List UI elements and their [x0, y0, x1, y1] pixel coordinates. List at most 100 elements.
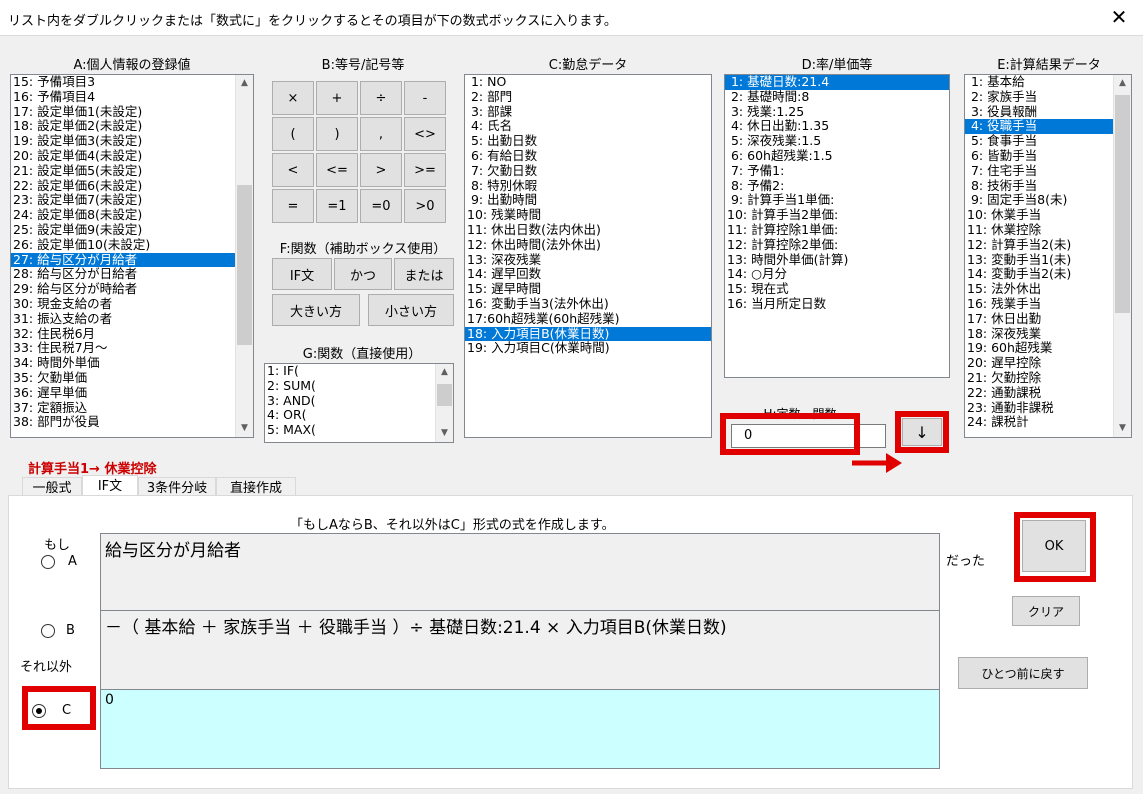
- panel-d-list-item[interactable]: 13: 時間外単価(計算): [725, 252, 949, 268]
- panel-a-scrollbar[interactable]: ▲ ▼: [235, 75, 253, 437]
- panel-e-list-item[interactable]: 16: 残業手当: [965, 296, 1131, 312]
- undo-button[interactable]: ひとつ前に戻す: [958, 657, 1088, 689]
- scroll-down-icon[interactable]: ▼: [1114, 420, 1131, 437]
- symbol-button[interactable]: <>: [404, 117, 446, 151]
- panel-g-list-item[interactable]: 5: MAX(: [265, 422, 453, 438]
- panel-e-list-item[interactable]: 19: 60h超残業: [965, 341, 1131, 356]
- panel-d-list-item[interactable]: 8: 予備2:: [725, 178, 949, 194]
- panel-e-list[interactable]: 1: 基本給 2: 家族手当 3: 役員報酬 4: 役職手当 5: 食事手当 6…: [964, 74, 1132, 438]
- panel-c-list[interactable]: 1: NO 2: 部門 3: 部課 4: 氏名 5: 出勤日数 6: 有給日数 …: [464, 74, 712, 438]
- radio-a[interactable]: [41, 555, 55, 569]
- symbol-button[interactable]: =: [272, 189, 314, 223]
- panel-a-list-item[interactable]: 24: 設定単価8(未設定): [11, 207, 253, 223]
- panel-a-list-item[interactable]: 27: 給与区分が月給者: [11, 252, 253, 268]
- panel-e-list-item[interactable]: 11: 休業控除: [965, 222, 1131, 238]
- panel-c-list-item[interactable]: 2: 部門: [465, 89, 711, 105]
- panel-e-list-item[interactable]: 8: 技術手当: [965, 178, 1131, 194]
- formula-b-field[interactable]: －（ 基本給 ＋ 家族手当 ＋ 役職手当 ）÷ 基礎日数:21.4 × 入力項目…: [100, 610, 940, 690]
- panel-g-list-item[interactable]: 4: OR(: [265, 408, 453, 423]
- symbol-button[interactable]: <: [272, 153, 314, 187]
- panel-c-list-item[interactable]: 5: 出勤日数: [465, 133, 711, 149]
- panel-g-list-item[interactable]: 2: SUM(: [265, 378, 453, 394]
- panel-c-list-item[interactable]: 1: NO: [465, 75, 711, 90]
- panel-a-list[interactable]: 15: 予備項目3 16: 予備項目4 17: 設定単価1(未設定) 18: 設定単価…: [10, 74, 254, 438]
- scroll-up-icon[interactable]: ▲: [1114, 75, 1131, 92]
- panel-c-list-item[interactable]: 8: 特別休暇: [465, 178, 711, 194]
- panel-d-list-item[interactable]: 16: 当月所定日数: [725, 296, 949, 312]
- panel-d-list-item[interactable]: 7: 予備1:: [725, 163, 949, 179]
- scroll-down-icon[interactable]: ▼: [436, 425, 453, 442]
- panel-e-list-item[interactable]: 15: 法外休出: [965, 281, 1131, 297]
- panel-d-list-item[interactable]: 14: ○月分: [725, 267, 949, 282]
- panel-a-list-item[interactable]: 16: 予備項目4: [11, 89, 253, 105]
- panel-d-list-item[interactable]: 1: 基礎日数:21.4: [725, 75, 949, 90]
- symbol-button[interactable]: +: [316, 81, 358, 115]
- panel-a-list-item[interactable]: 26: 設定単価10(未設定): [11, 237, 253, 253]
- panel-a-list-item[interactable]: 31: 振込支給の者: [11, 311, 253, 327]
- panel-a-list-item[interactable]: 21: 設定単価5(未設定): [11, 163, 253, 179]
- panel-c-list-item[interactable]: 3: 部課: [465, 104, 711, 120]
- symbol-button[interactable]: -: [404, 81, 446, 115]
- formula-a-field[interactable]: 給与区分が月給者: [100, 533, 940, 611]
- panel-e-list-item[interactable]: 7: 住宅手当: [965, 163, 1131, 179]
- panel-e-list-item[interactable]: 20: 遅早控除: [965, 355, 1131, 371]
- clear-button[interactable]: クリア: [1012, 596, 1080, 626]
- panel-d-list[interactable]: 1: 基礎日数:21.4 2: 基礎時間:8 3: 残業:1.25 4: 休日出…: [724, 74, 950, 378]
- panel-a-list-item[interactable]: 18: 設定単価2(未設定): [11, 119, 253, 134]
- panel-a-list-item[interactable]: 19: 設定単価3(未設定): [11, 133, 253, 149]
- panel-c-list-item[interactable]: 19: 入力項目C(休業時間): [465, 341, 711, 356]
- symbol-button[interactable]: ): [316, 117, 358, 151]
- formula-c-field[interactable]: 0: [100, 689, 940, 769]
- scroll-thumb[interactable]: [437, 384, 452, 406]
- panel-e-list-item[interactable]: 21: 欠勤控除: [965, 370, 1131, 386]
- panel-d-list-item[interactable]: 2: 基礎時間:8: [725, 89, 949, 105]
- panel-e-list-item[interactable]: 12: 計算手当2(未): [965, 237, 1131, 253]
- panel-e-list-item[interactable]: 24: 課税計: [965, 415, 1131, 430]
- panel-a-list-item[interactable]: 15: 予備項目3: [11, 75, 253, 90]
- if-function-button[interactable]: IF文: [272, 258, 332, 290]
- panel-d-list-item[interactable]: 6: 60h超残業:1.5: [725, 148, 949, 164]
- panel-d-list-item[interactable]: 12: 計算控除2単価:: [725, 237, 949, 253]
- panel-c-list-item[interactable]: 18: 入力項目B(休業日数): [465, 326, 711, 342]
- panel-e-list-item[interactable]: 4: 役職手当: [965, 119, 1131, 135]
- panel-e-list-item[interactable]: 22: 通勤課税: [965, 385, 1131, 401]
- panel-c-list-item[interactable]: 4: 氏名: [465, 119, 711, 134]
- panel-d-list-item[interactable]: 5: 深夜残業:1.5: [725, 133, 949, 149]
- panel-a-list-item[interactable]: 37: 定額振込: [11, 400, 253, 416]
- symbol-button[interactable]: >0: [404, 189, 446, 223]
- panel-g-list-item[interactable]: 1: IF(: [265, 364, 453, 379]
- panel-c-list-item[interactable]: 15: 遅早時間: [465, 281, 711, 297]
- panel-c-list-item[interactable]: 16: 変動手当3(法外休出): [465, 296, 711, 312]
- symbol-button[interactable]: ÷: [360, 81, 402, 115]
- symbol-button[interactable]: <=: [316, 153, 358, 187]
- panel-c-list-item[interactable]: 13: 深夜残業: [465, 252, 711, 268]
- max-function-button[interactable]: 大きい方: [272, 294, 360, 326]
- panel-d-list-item[interactable]: 3: 残業:1.25: [725, 104, 949, 120]
- scroll-up-icon[interactable]: ▲: [236, 75, 253, 92]
- panel-g-scrollbar[interactable]: ▲ ▼: [435, 364, 453, 442]
- panel-e-scrollbar[interactable]: ▲ ▼: [1113, 75, 1131, 437]
- panel-e-list-item[interactable]: 1: 基本給: [965, 75, 1131, 90]
- symbol-button[interactable]: =1: [316, 189, 358, 223]
- panel-e-list-item[interactable]: 3: 役員報酬: [965, 104, 1131, 120]
- scroll-thumb[interactable]: [237, 185, 252, 345]
- panel-a-list-item[interactable]: 34: 時間外単価: [11, 355, 253, 371]
- panel-e-list-item[interactable]: 13: 変動手当1(未): [965, 252, 1131, 268]
- panel-d-list-item[interactable]: 15: 現在式: [725, 281, 949, 297]
- panel-c-list-item[interactable]: 6: 有給日数: [465, 148, 711, 164]
- panel-c-list-item[interactable]: 12: 休出時間(法外休出): [465, 237, 711, 253]
- panel-e-list-item[interactable]: 2: 家族手当: [965, 89, 1131, 105]
- panel-e-list-item[interactable]: 10: 休業手当: [965, 207, 1131, 223]
- panel-c-list-item[interactable]: 11: 休出日数(法内休出): [465, 222, 711, 238]
- symbol-button[interactable]: >: [360, 153, 402, 187]
- panel-e-list-item[interactable]: 9: 固定手当8(未): [965, 193, 1131, 208]
- panel-a-list-item[interactable]: 33: 住民税7月～: [11, 341, 253, 356]
- scroll-down-icon[interactable]: ▼: [236, 420, 253, 437]
- symbol-button[interactable]: ×: [272, 81, 314, 115]
- symbol-button[interactable]: (: [272, 117, 314, 151]
- panel-g-list[interactable]: 1: IF(2: SUM(3: AND(4: OR(5: MAX( ▲ ▼: [264, 363, 454, 443]
- panel-e-list-item[interactable]: 5: 食事手当: [965, 133, 1131, 149]
- panel-d-list-item[interactable]: 11: 計算控除1単価:: [725, 222, 949, 238]
- panel-c-list-item[interactable]: 17:60h超残業(60h超残業): [465, 311, 711, 327]
- panel-c-list-item[interactable]: 7: 欠勤日数: [465, 163, 711, 179]
